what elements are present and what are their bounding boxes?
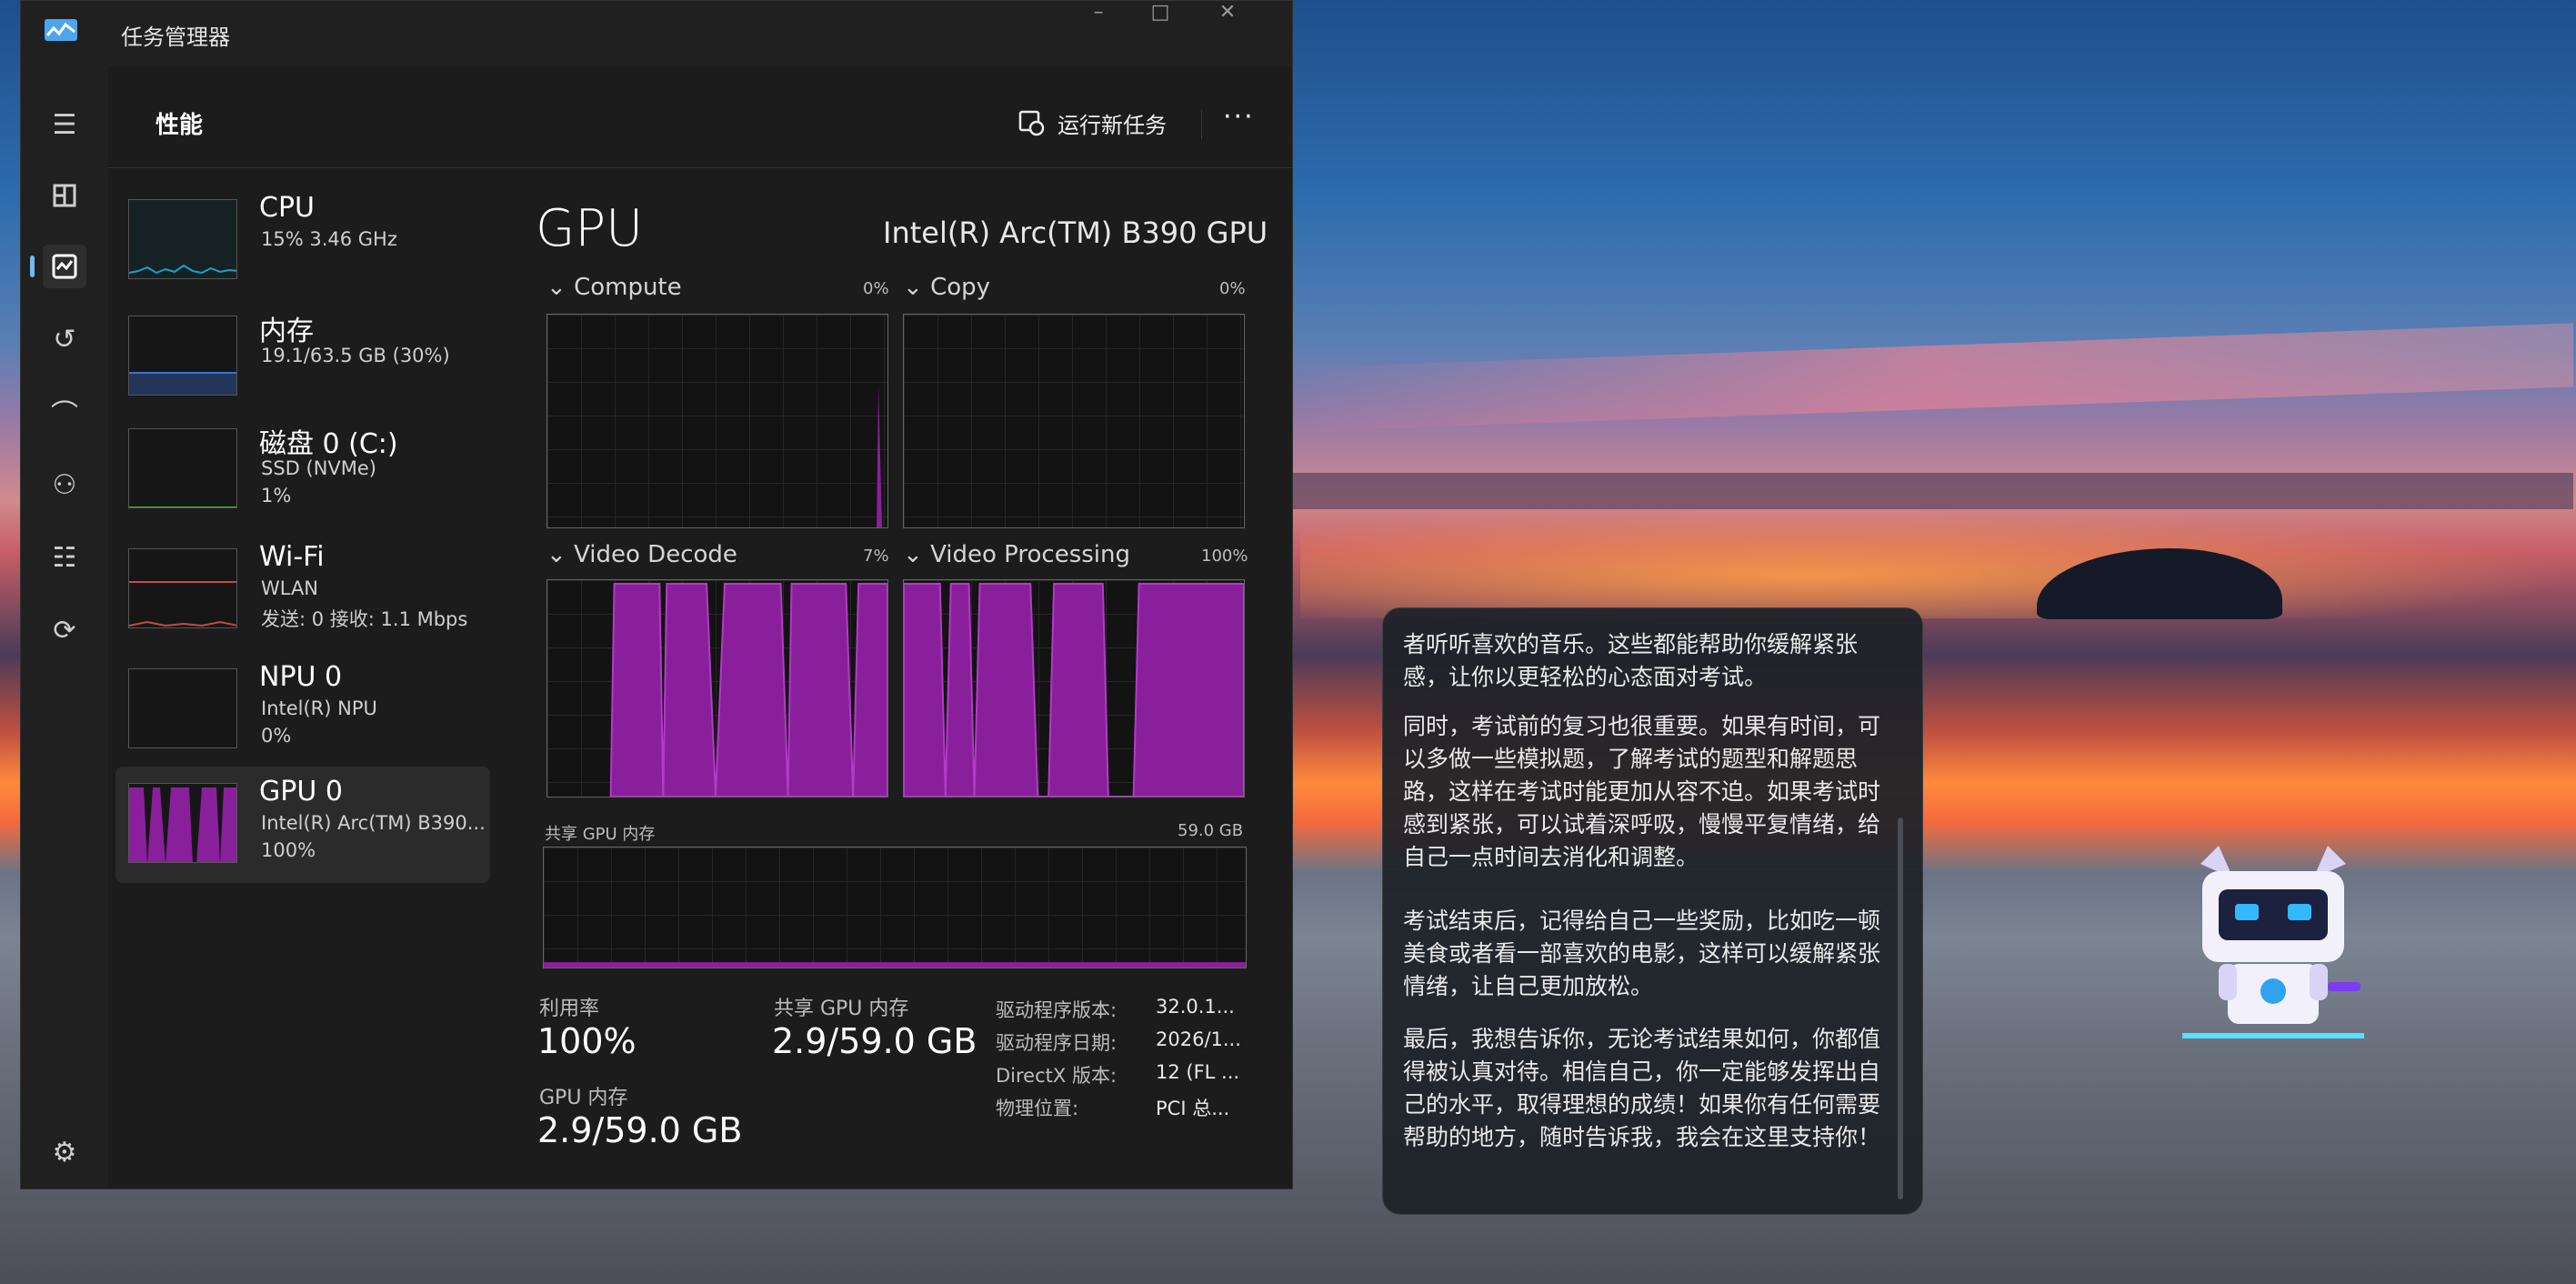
performance-glyph [52, 254, 77, 279]
device-detail: Intel(R) NPU [261, 697, 377, 719]
startup-icon[interactable]: ⌒ [43, 390, 86, 434]
engine-label-copy[interactable]: ⌄ Copy [903, 274, 990, 301]
device-name: GPU 0 [259, 776, 343, 808]
shared-memory-graph-max: 59.0 GB [1178, 821, 1244, 840]
robot-cat-mascot [2182, 846, 2364, 1038]
services-icon[interactable]: ⟳ [43, 608, 86, 652]
task-manager-app-icon [45, 19, 77, 41]
sky-cloud [1291, 323, 2573, 432]
device-detail-2: 1% [261, 485, 292, 507]
copy-graph [903, 314, 1245, 528]
gpu-memory-label: GPU 内存 [539, 1087, 628, 1109]
engine-name: Video Processing [930, 541, 1131, 568]
detail-value: 12 (FL ... [1156, 1061, 1240, 1083]
processes-glyph [53, 184, 76, 207]
device-detail-2: 发送: 0 接收: 1.1 Mbps [261, 608, 468, 630]
engine-name: Copy [930, 274, 991, 301]
run-new-task-button[interactable]: 运行新任务 [1017, 99, 1167, 146]
gpu-heading: GPU [536, 199, 644, 258]
users-icon[interactable]: ⚇ [43, 463, 86, 507]
shared-memory-graph-label: 共享 GPU 内存 [545, 825, 656, 844]
chat-panel[interactable]: 者听听喜欢的音乐。这些都能帮助你缓解紧张感，让你以更轻松的心态面对考试。 同时，… [1382, 607, 1923, 1215]
run-task-label: 运行新任务 [1057, 112, 1167, 138]
engine-label-video-decode[interactable]: ⌄ Video Decode [546, 541, 737, 568]
details-icon[interactable]: ☷ [43, 536, 86, 579]
more-options-button[interactable]: ··· [1223, 101, 1255, 133]
engine-percent: 0% [1219, 279, 1246, 298]
shared-memory-graph [543, 847, 1247, 968]
device-detail-2: 100% [261, 839, 316, 861]
processes-icon[interactable] [43, 174, 86, 217]
shared-memory-value: 2.9/59.0 GB [772, 1021, 977, 1061]
device-name: Wi-Fi [259, 541, 325, 573]
device-npu[interactable]: NPU 0 Intel(R) NPU 0% [115, 652, 490, 768]
chat-paragraph: 最后，我想告诉你，无论考试结果如何，你都值得被认真对待。相信自己，你一定能够发挥… [1403, 1026, 1881, 1150]
header-separator [1201, 110, 1202, 139]
detail-value: 32.0.1... [1156, 996, 1235, 1018]
window-title: 任务管理器 [121, 25, 230, 50]
gpu-memory-value: 2.9/59.0 GB [537, 1110, 743, 1150]
close-button[interactable]: ✕ [1196, 1, 1259, 32]
npu-thumbnail [128, 668, 237, 748]
chat-paragraph: 者听听喜欢的音乐。这些都能帮助你缓解紧张感，让你以更轻松的心态面对考试。 [1403, 631, 1859, 690]
sunset-glow [1300, 509, 2573, 618]
video-decode-graph [546, 579, 888, 797]
detail-value: PCI 总... [1156, 1098, 1230, 1119]
detail-key: 物理位置: [996, 1098, 1079, 1119]
device-name: 内存 [259, 316, 314, 347]
maximize-button[interactable]: □ [1128, 1, 1192, 32]
device-detail: 15% 3.46 GHz [261, 228, 397, 250]
chat-scrollbar[interactable] [1898, 818, 1903, 1199]
detail-key: DirectX 版本: [996, 1065, 1118, 1087]
sky-cloud-dark [1291, 473, 2573, 509]
utilization-label: 利用率 [539, 998, 600, 1020]
memory-thumbnail [128, 316, 237, 396]
settings-icon[interactable]: ⚙ [43, 1130, 86, 1174]
page-header: 性能 运行新任务 ··· [108, 66, 1292, 168]
chat-paragraph: 同时，考试前的复习也很重要。如果有时间，可以多做一些模拟题，了解考试的题型和解题… [1403, 713, 1881, 870]
engine-percent: 0% [863, 279, 889, 298]
task-manager-window: 任务管理器 – □ ✕ ☰ ↺ ⌒ ⚇ ☷ ⟳ ⚙ 性能 运行新任务 ··· C… [20, 0, 1293, 1189]
cpu-thumbnail [128, 199, 237, 279]
nav-rail: ☰ ↺ ⌒ ⚇ ☷ ⟳ ⚙ [21, 66, 108, 1189]
menu-icon[interactable]: ☰ [43, 103, 86, 146]
shared-memory-label: 共享 GPU 内存 [774, 998, 909, 1020]
engine-percent: 100% [1201, 547, 1248, 566]
performance-icon[interactable] [30, 245, 86, 288]
compute-graph [546, 314, 888, 528]
device-detail: WLAN [261, 577, 319, 599]
wifi-thumbnail [128, 548, 237, 628]
chat-paragraph: 考试结束后，记得给自己一些奖励，比如吃一顿美食或者看一部喜欢的电影，这样可以缓解… [1403, 908, 1881, 999]
device-name: NPU 0 [259, 661, 343, 693]
device-detail: Intel(R) Arc(TM) B390... [261, 812, 486, 834]
detail-key: 驱动程序日期: [996, 1032, 1118, 1054]
page-title: 性能 [155, 112, 204, 139]
gpu-model-name: Intel(R) Arc(TM) B390 GPU [883, 216, 1268, 250]
run-task-icon [1018, 110, 1045, 136]
engine-name: Compute [574, 274, 682, 301]
disk-thumbnail [128, 428, 237, 508]
engine-label-video-processing[interactable]: ⌄ Video Processing [903, 541, 1130, 568]
app-history-icon[interactable]: ↺ [43, 317, 86, 361]
gpu-thumbnail [128, 783, 237, 863]
video-processing-graph [903, 579, 1245, 797]
device-name: CPU [259, 192, 315, 224]
device-name: 磁盘 0 (C:) [259, 428, 398, 460]
device-gpu[interactable]: GPU 0 Intel(R) Arc(TM) B390... 100% [115, 767, 490, 883]
utilization-value: 100% [537, 1021, 636, 1061]
engine-name: Video Decode [574, 541, 737, 568]
engine-percent: 7% [863, 547, 889, 566]
device-detail: SSD (NVMe) [261, 457, 377, 479]
engine-label-compute[interactable]: ⌄ Compute [546, 274, 682, 301]
title-bar: 任务管理器 – □ ✕ [21, 1, 1292, 66]
device-disk[interactable]: 磁盘 0 (C:) SSD (NVMe) 1% [115, 412, 490, 528]
minimize-button[interactable]: – [1067, 1, 1130, 32]
device-wifi[interactable]: Wi-Fi WLAN 发送: 0 接收: 1.1 Mbps [115, 532, 490, 648]
detail-key: 驱动程序版本: [996, 999, 1118, 1021]
device-cpu[interactable]: CPU 15% 3.46 GHz [115, 183, 490, 299]
device-memory[interactable]: 内存 19.1/63.5 GB (30%) [115, 299, 490, 416]
device-detail: 19.1/63.5 GB (30%) [261, 345, 450, 366]
detail-value: 2026/1... [1156, 1028, 1241, 1050]
device-detail-2: 0% [261, 725, 292, 747]
